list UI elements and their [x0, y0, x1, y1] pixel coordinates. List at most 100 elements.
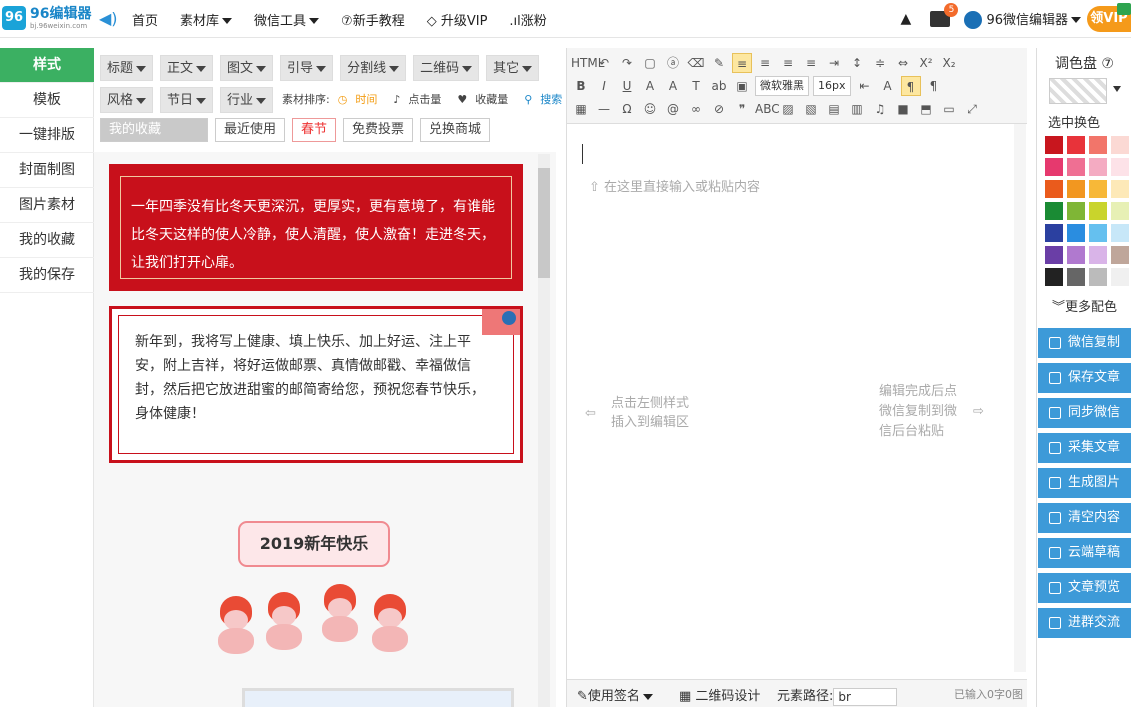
color-swatch[interactable] [1067, 246, 1085, 264]
color-swatch[interactable] [1067, 202, 1085, 220]
align-right-icon[interactable]: ≡ [778, 53, 798, 73]
sidebar-item-my-saves[interactable]: 我的保存 [0, 258, 94, 293]
color-swatch[interactable] [1067, 136, 1085, 154]
letter-spacing-icon[interactable]: ⇔ [893, 53, 913, 73]
attachment-icon[interactable]: ▥ [847, 99, 867, 119]
sync-wechat-button[interactable]: 同步微信 [1038, 398, 1131, 428]
color-swatch[interactable] [1045, 246, 1063, 264]
indent-icon[interactable]: ⇥ [824, 53, 844, 73]
tag-spring-festival[interactable]: 春节 [292, 118, 337, 142]
editor-content-area[interactable]: ⇧ 在这里直接输入或粘贴内容 ⇦ 点击左侧样式 插入到编辑区 编辑完成后点 微信… [567, 124, 1015, 672]
chevron-down-icon[interactable] [1113, 86, 1121, 92]
qrcode-design-button[interactable]: ▦ 二维码设计 [679, 685, 760, 704]
speaker-icon[interactable]: ◀) [99, 9, 119, 29]
tag-recently-used[interactable]: 最近使用 [215, 118, 286, 142]
filter-industry[interactable]: 行业 [220, 87, 274, 113]
sidebar-item-templates[interactable]: 模板 [0, 83, 94, 118]
bell-icon[interactable]: ▲ [900, 11, 916, 27]
sort-by-time[interactable]: ◷ 时间 [338, 91, 386, 107]
image-icon[interactable]: ▣ [732, 76, 752, 96]
clear-content-button[interactable]: 清空内容 [1038, 503, 1131, 533]
redo-icon[interactable]: ↷ [617, 53, 637, 73]
tag-my-favorites[interactable]: 我的收藏 [100, 118, 208, 142]
scrollbar-thumb[interactable] [538, 168, 550, 278]
sidebar-item-my-favorites[interactable]: 我的收藏 [0, 223, 94, 258]
nav-home[interactable]: 首页 [132, 10, 158, 29]
color-swatch[interactable] [1111, 224, 1129, 242]
fullscreen-icon[interactable]: ⤢ [962, 99, 982, 119]
stamp-icon[interactable]: ⬒ [916, 99, 936, 119]
logo[interactable]: 96 96编辑器 bj.96weixin.com [0, 3, 92, 35]
message-icon[interactable]: 5 [930, 3, 959, 27]
unlink-icon[interactable]: ⊘ [709, 99, 729, 119]
font-size-select[interactable]: 16px [813, 76, 851, 96]
emoji-icon[interactable]: ☺ [640, 99, 660, 119]
superscript-icon[interactable]: X² [916, 53, 936, 73]
color-swatch[interactable] [1111, 246, 1129, 264]
nav-upgrade-vip[interactable]: ◇ 升级VIP [427, 10, 488, 29]
blank-page-icon[interactable]: ▢ [640, 53, 660, 73]
color-swatch[interactable] [1067, 268, 1085, 286]
collect-article-button[interactable]: 采集文章 [1038, 433, 1131, 463]
more-colors-button[interactable]: ︾更多配色 [1037, 296, 1131, 315]
undo-icon[interactable]: ↶ [594, 53, 614, 73]
text-background-icon[interactable]: T [686, 76, 706, 96]
material-card-new-year-title[interactable]: 2019新年快乐 [238, 521, 390, 567]
cloud-draft-button[interactable]: 云端草稿 [1038, 538, 1131, 568]
search-link[interactable]: ⚲ 搜索 [524, 91, 570, 107]
italic-icon[interactable]: I [594, 76, 614, 96]
tag-redeem-mall[interactable]: 兑换商城 [420, 118, 491, 142]
claim-vip-button[interactable]: 领VIP [1087, 3, 1131, 32]
color-swatch[interactable] [1111, 136, 1129, 154]
color-swatch[interactable] [1089, 224, 1107, 242]
filter-other[interactable]: 其它 [486, 55, 540, 81]
color-swatch[interactable] [1111, 158, 1129, 176]
color-swatch[interactable] [1089, 202, 1107, 220]
color-swatch[interactable] [1089, 268, 1107, 286]
user-menu[interactable]: 96微信编辑器 [964, 9, 1081, 30]
editor-scrollbar[interactable] [1014, 124, 1026, 672]
color-swatch[interactable] [1089, 136, 1107, 154]
element-path-select[interactable]: br [833, 687, 898, 706]
special-char-icon[interactable]: Ω [617, 99, 637, 119]
ltr-direction-icon[interactable]: ¶ [924, 76, 944, 96]
gallery-icon[interactable]: ▧ [801, 99, 821, 119]
at-icon[interactable]: @ [663, 99, 683, 119]
filter-style[interactable]: 风格 [100, 87, 154, 113]
insert-image-icon[interactable]: ▨ [778, 99, 798, 119]
filter-image-text[interactable]: 图文 [220, 55, 274, 81]
color-swatch[interactable] [1067, 180, 1085, 198]
eraser-icon[interactable]: ⌫ [686, 53, 706, 73]
preview-icon[interactable]: ▭ [939, 99, 959, 119]
material-card-photo[interactable] [242, 688, 514, 707]
wechat-copy-button[interactable]: 微信复制 [1038, 328, 1131, 358]
format-icon[interactable]: ab [709, 76, 729, 96]
article-preview-button[interactable]: 文章预览 [1038, 573, 1131, 603]
spellcheck-icon[interactable]: ABC [755, 99, 780, 119]
use-signature-button[interactable]: ✎使用签名 [577, 685, 653, 704]
align-center-icon[interactable]: ≡ [755, 53, 775, 73]
border-text-icon[interactable]: A [640, 76, 660, 96]
color-swatch[interactable] [1111, 202, 1129, 220]
color-swatch[interactable] [1045, 136, 1063, 154]
sidebar-item-one-click-layout[interactable]: 一键排版 [0, 118, 94, 153]
align-left-icon[interactable]: ≡ [732, 53, 752, 73]
underline-icon[interactable]: U [617, 76, 637, 96]
rtl-direction-icon[interactable]: ¶ [900, 76, 921, 96]
filter-body-text[interactable]: 正文 [160, 55, 214, 81]
save-article-button[interactable]: 保存文章 [1038, 363, 1131, 393]
font-family-select[interactable]: 微软雅黑 [755, 76, 809, 96]
color-swatch[interactable] [1045, 268, 1063, 286]
table-icon[interactable]: ▦ [571, 99, 591, 119]
font-case-icon[interactable]: A [878, 76, 898, 96]
magic-wand-icon[interactable]: ✎ [709, 53, 729, 73]
music-icon[interactable]: ♫ [870, 99, 890, 119]
generate-image-button[interactable]: 生成图片 [1038, 468, 1131, 498]
material-scrollbar[interactable] [538, 154, 550, 707]
quote-icon[interactable]: ❞ [732, 99, 752, 119]
color-swatch[interactable] [1045, 202, 1063, 220]
line-height-icon[interactable]: ↕ [847, 53, 867, 73]
nav-wechat-tools[interactable]: 微信工具 [254, 10, 320, 29]
sort-by-favorites[interactable]: ♥ 收藏量 [457, 91, 516, 107]
paste-text-icon[interactable]: ⓐ [663, 53, 683, 73]
